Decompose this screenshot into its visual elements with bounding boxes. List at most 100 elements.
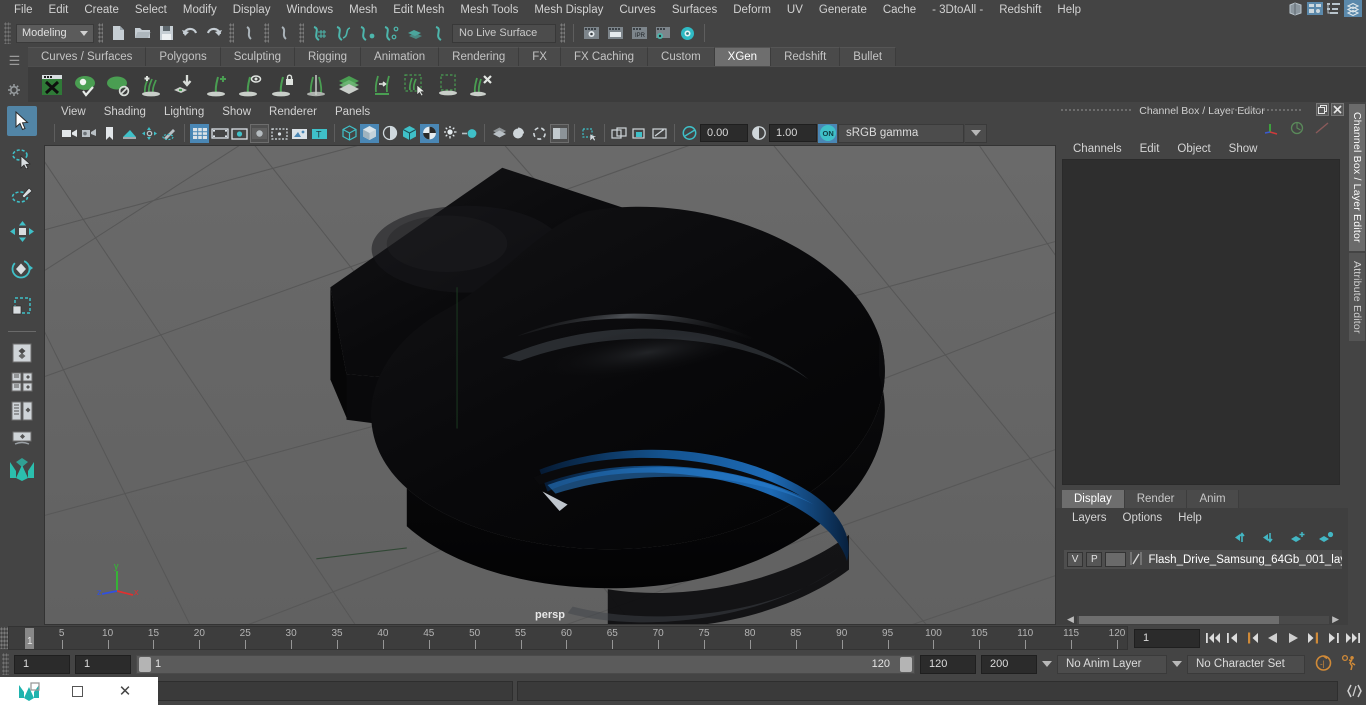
- xgen-lock-guide-icon[interactable]: [267, 69, 299, 101]
- restore-icon[interactable]: [1316, 103, 1329, 116]
- film-gate-icon[interactable]: [210, 124, 229, 143]
- bookmark-icon[interactable]: [100, 124, 119, 143]
- make-live-icon[interactable]: [428, 22, 450, 44]
- menu-generate[interactable]: Generate: [811, 0, 875, 20]
- shelf-options-gear-icon[interactable]: [7, 83, 21, 100]
- play-backwards-icon[interactable]: [1264, 628, 1282, 648]
- menu-deform[interactable]: Deform: [725, 0, 779, 20]
- step-forward-frame-icon[interactable]: [1324, 628, 1342, 648]
- side-tab-attribute-editor[interactable]: Attribute Editor: [1349, 252, 1365, 342]
- time-slider-drag-handle[interactable]: [0, 627, 8, 649]
- xgen-preview-icon[interactable]: [69, 69, 101, 101]
- menu-help[interactable]: Help: [1049, 0, 1089, 20]
- viewport-snapshot-icon[interactable]: [650, 124, 669, 143]
- render-view-icon[interactable]: [1287, 0, 1304, 20]
- redo-icon[interactable]: [203, 22, 225, 44]
- layer-row[interactable]: V P Flash_Drive_Samsung_64Gb_001_laye: [1064, 550, 1342, 569]
- channelbox-menu-edit[interactable]: Edit: [1131, 143, 1169, 155]
- node-editor-icon[interactable]: [1344, 0, 1362, 20]
- persp-outliner-layout-icon[interactable]: [7, 399, 37, 423]
- menu-file[interactable]: File: [6, 0, 41, 20]
- step-back-key-icon[interactable]: [1244, 628, 1262, 648]
- grease-pencil-icon[interactable]: [160, 124, 179, 143]
- step-back-frame-icon[interactable]: [1224, 628, 1242, 648]
- panel-menu-panels[interactable]: Panels: [326, 106, 379, 118]
- duplicate-view-icon[interactable]: [630, 124, 649, 143]
- layer-playback-toggle[interactable]: P: [1086, 552, 1103, 567]
- select-camera-icon[interactable]: [60, 124, 79, 143]
- xgen-guide-preview-icon[interactable]: [234, 69, 266, 101]
- xray-icon[interactable]: [550, 123, 569, 143]
- layer-visibility-toggle[interactable]: V: [1067, 552, 1084, 567]
- isolate-select-icon[interactable]: [530, 124, 549, 143]
- select-by-object-icon[interactable]: [273, 22, 295, 44]
- depth-of-field-icon[interactable]: [510, 124, 529, 143]
- move-layer-up-icon[interactable]: [1234, 531, 1250, 547]
- menu-edit-mesh[interactable]: Edit Mesh: [385, 0, 452, 20]
- horizontal-scrollbar-thumb[interactable]: [1078, 615, 1279, 624]
- shelf-tab-fx-caching[interactable]: FX Caching: [560, 47, 649, 66]
- xgen-sculpt-layer-icon[interactable]: [333, 69, 365, 101]
- film-origin-icon[interactable]: [270, 124, 289, 143]
- script-editor-icon[interactable]: [1342, 683, 1366, 699]
- undo-icon[interactable]: [179, 22, 201, 44]
- playback-start-field[interactable]: 1: [75, 654, 131, 674]
- auto-key-icon[interactable]: -|: [1314, 654, 1333, 675]
- exposure-icon[interactable]: [680, 124, 699, 143]
- color-transform-field[interactable]: sRGB gamma: [838, 123, 964, 143]
- shelf-tab-curves-surfaces[interactable]: Curves / Surfaces: [28, 47, 147, 66]
- ipr-render-icon[interactable]: [604, 22, 626, 44]
- channelbox-menu-channels[interactable]: Channels: [1064, 143, 1131, 155]
- xgen-import-collection-icon[interactable]: [168, 69, 200, 101]
- outliner-icon[interactable]: [1326, 0, 1342, 20]
- restore-window-icon[interactable]: [54, 678, 100, 704]
- snap-to-view-plane-icon[interactable]: [404, 22, 426, 44]
- shadows-icon[interactable]: [420, 123, 439, 143]
- snap-to-grid-icon[interactable]: [308, 22, 330, 44]
- scroll-left-arrow-icon[interactable]: ◀: [1064, 614, 1077, 625]
- shelf-tab-fx[interactable]: FX: [519, 47, 561, 66]
- panel-menu-shading[interactable]: Shading: [95, 106, 155, 118]
- perspective-viewport[interactable]: y x z persp: [44, 145, 1056, 625]
- menu-uv[interactable]: UV: [779, 0, 811, 20]
- render-current-frame-icon[interactable]: [580, 22, 602, 44]
- wireframe-icon[interactable]: [340, 124, 359, 143]
- layer-tab-display[interactable]: Display: [1062, 490, 1125, 508]
- xgen-disable-preview-icon[interactable]: [102, 69, 134, 101]
- xgen-select-guide-icon[interactable]: [399, 69, 431, 101]
- animation-preferences-icon[interactable]: [1340, 654, 1360, 675]
- step-forward-key-icon[interactable]: [1304, 628, 1322, 648]
- menu-cache[interactable]: Cache: [875, 0, 924, 20]
- select-tool[interactable]: [7, 106, 37, 136]
- menu-redshift[interactable]: Redshift: [991, 0, 1049, 20]
- character-set-field[interactable]: No Character Set: [1187, 654, 1305, 674]
- time-slider[interactable]: 1 5 10 15 20 25 30 35 40 45 50 55 60 65 70 75 80 85 90 95 1…: [8, 626, 1128, 650]
- toggle-light-icon[interactable]: [676, 22, 698, 44]
- xgen-add-density-icon[interactable]: [135, 69, 167, 101]
- xgen-add-guide-icon[interactable]: [201, 69, 233, 101]
- menu-3dtoall[interactable]: - 3DtoAll -: [924, 0, 991, 20]
- snap-to-curve-icon[interactable]: [332, 22, 354, 44]
- live-surface-field[interactable]: No Live Surface: [452, 23, 556, 43]
- transform-channels-icon[interactable]: [1264, 121, 1280, 138]
- menu-windows[interactable]: Windows: [278, 0, 341, 20]
- paint-select-tool[interactable]: [7, 180, 37, 210]
- smooth-shade-all-icon[interactable]: [360, 123, 379, 143]
- shelf-tab-sculpting[interactable]: Sculpting: [220, 47, 296, 66]
- channelbox-menu-object[interactable]: Object: [1168, 143, 1219, 155]
- snap-to-point-icon[interactable]: [356, 22, 378, 44]
- gamma-field[interactable]: 1.00: [769, 124, 817, 142]
- animation-start-field[interactable]: 1: [14, 654, 70, 674]
- playback-end-field[interactable]: 120: [920, 654, 976, 674]
- xgen-region-icon[interactable]: [432, 69, 464, 101]
- menu-mesh-display[interactable]: Mesh Display: [526, 0, 611, 20]
- shaded-wireframe-icon[interactable]: [380, 124, 399, 143]
- layer-tab-render[interactable]: Render: [1124, 490, 1188, 508]
- menu-curves[interactable]: Curves: [611, 0, 663, 20]
- shelf-tab-xgen[interactable]: XGen: [714, 47, 772, 66]
- layer-menu-layers[interactable]: Layers: [1064, 512, 1115, 524]
- motion-blur-icon[interactable]: [460, 124, 479, 143]
- color-management-toggle[interactable]: ON: [818, 123, 837, 143]
- new-scene-icon[interactable]: [107, 22, 129, 44]
- shelf-tab-bullet[interactable]: Bullet: [840, 47, 897, 66]
